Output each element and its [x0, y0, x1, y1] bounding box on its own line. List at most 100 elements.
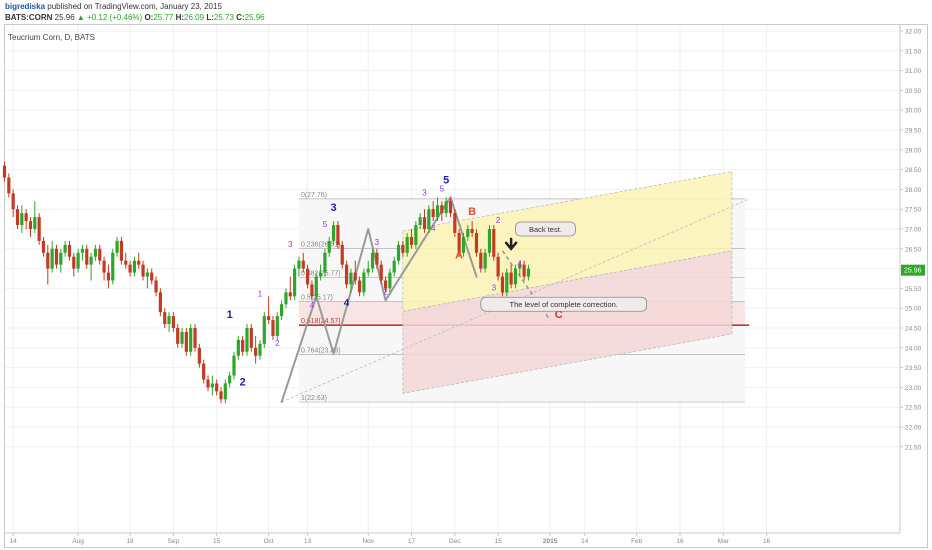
- wave-label: 1: [227, 309, 233, 321]
- x-axis: 14 Aug 18 Sep 15 Oct 13 Nov 17 Dec 15 2015 14 Feb 16 Ma…: [5, 532, 900, 545]
- candle-body: [93, 248, 98, 257]
- x-tick-label: 15: [213, 538, 221, 545]
- candle-body: [154, 280, 158, 293]
- y-tick-label: 31.50: [905, 48, 922, 55]
- candle: [67, 240, 72, 261]
- candle-body: [526, 268, 531, 277]
- candle: [124, 252, 128, 269]
- candle: [492, 225, 496, 261]
- wave-label: 4: [344, 298, 350, 309]
- candle-body: [267, 316, 271, 321]
- candle-body: [72, 256, 76, 269]
- candle-body: [137, 260, 141, 265]
- y-tick-label: 29.00: [905, 147, 922, 154]
- x-tick-label: 18: [126, 538, 134, 545]
- candle-body: [483, 252, 487, 269]
- candle: [128, 260, 132, 277]
- candle-body: [254, 347, 258, 356]
- candle: [414, 221, 418, 249]
- candle: [37, 213, 41, 245]
- candle-body: [375, 252, 379, 265]
- candle: [132, 256, 136, 277]
- candle: [453, 209, 457, 237]
- candle: [24, 209, 28, 229]
- candle-body: [379, 264, 383, 281]
- candle-body: [206, 379, 210, 388]
- candle-body: [59, 252, 63, 265]
- y-tick-label: 28.50: [905, 167, 922, 174]
- wave-label: 3: [492, 283, 497, 292]
- candle-body: [470, 229, 474, 233]
- candle: [293, 264, 297, 301]
- candle-body: [85, 248, 89, 265]
- candle-body: [236, 339, 240, 356]
- candle-body: [357, 280, 362, 293]
- candle-body: [132, 260, 136, 273]
- candle-body: [63, 244, 67, 253]
- x-tick-label: Sep: [168, 538, 180, 545]
- last-price-label: 25.96: [904, 268, 922, 275]
- wave-label: 1: [258, 289, 263, 298]
- callout-complete-correction: The level of complete correction.: [480, 296, 647, 312]
- candle-body: [89, 256, 93, 265]
- candle-body: [176, 328, 180, 344]
- candle-body: [418, 217, 422, 226]
- candle-body: [492, 229, 496, 257]
- candle-body: [102, 260, 106, 273]
- candle-body: [167, 316, 171, 325]
- candle-body: [145, 272, 149, 277]
- x-tick-label: Feb: [631, 538, 643, 545]
- candle: [80, 244, 85, 261]
- candle: [72, 252, 76, 277]
- candle-body: [396, 244, 401, 261]
- candle-body: [440, 205, 444, 214]
- wave-label: 3: [288, 240, 293, 249]
- wave-label: 2: [240, 376, 246, 388]
- y-tick-label: 25.50: [905, 286, 922, 293]
- candle-body: [41, 240, 46, 253]
- fib-level-label: 1(22.63): [301, 395, 327, 402]
- x-tick-label: 15: [495, 538, 503, 545]
- candle-body: [54, 248, 59, 265]
- candle-body: [193, 328, 197, 348]
- candle-body: [405, 236, 409, 253]
- candle: [323, 248, 327, 277]
- y-tick-label: 22.00: [905, 425, 922, 432]
- candle-body: [28, 221, 33, 229]
- candle-body: [505, 272, 509, 293]
- wave-label: 2: [275, 339, 280, 348]
- candle-body: [496, 256, 500, 277]
- candle-body: [2, 165, 7, 178]
- candle: [249, 324, 253, 352]
- y-tick-label: 22.50: [905, 405, 922, 412]
- wave-label: 3: [375, 238, 380, 247]
- candle: [50, 240, 54, 273]
- candle-body: [184, 331, 188, 352]
- candle: [262, 312, 266, 348]
- candle: [150, 268, 154, 285]
- candle-body: [340, 244, 344, 265]
- candle: [223, 379, 227, 404]
- candle-body: [513, 268, 518, 285]
- candle-body: [314, 276, 318, 297]
- y-tick-label: 24.50: [905, 326, 922, 333]
- candle-body: [223, 383, 227, 400]
- candle: [344, 260, 349, 289]
- candle: [228, 371, 232, 388]
- callout-text: Back test.: [529, 225, 562, 234]
- candle-body: [258, 343, 262, 356]
- candle: [314, 272, 318, 301]
- x-tick-label: 13: [304, 538, 312, 545]
- x-tick-label: Oct: [264, 538, 274, 545]
- candle-body: [124, 260, 128, 265]
- candle-body: [76, 252, 80, 269]
- x-tick-label: 17: [408, 538, 416, 545]
- candle-body: [115, 240, 119, 253]
- candle-body: [67, 244, 72, 257]
- candle-body: [219, 391, 223, 400]
- candle: [33, 201, 37, 233]
- candle: [63, 240, 67, 257]
- candle: [41, 236, 46, 257]
- candlestick-chart[interactable]: 0(27.76)0.236(26.51)0.382(25.77)0.5(25.1…: [0, 0, 932, 550]
- candle-body: [336, 225, 340, 245]
